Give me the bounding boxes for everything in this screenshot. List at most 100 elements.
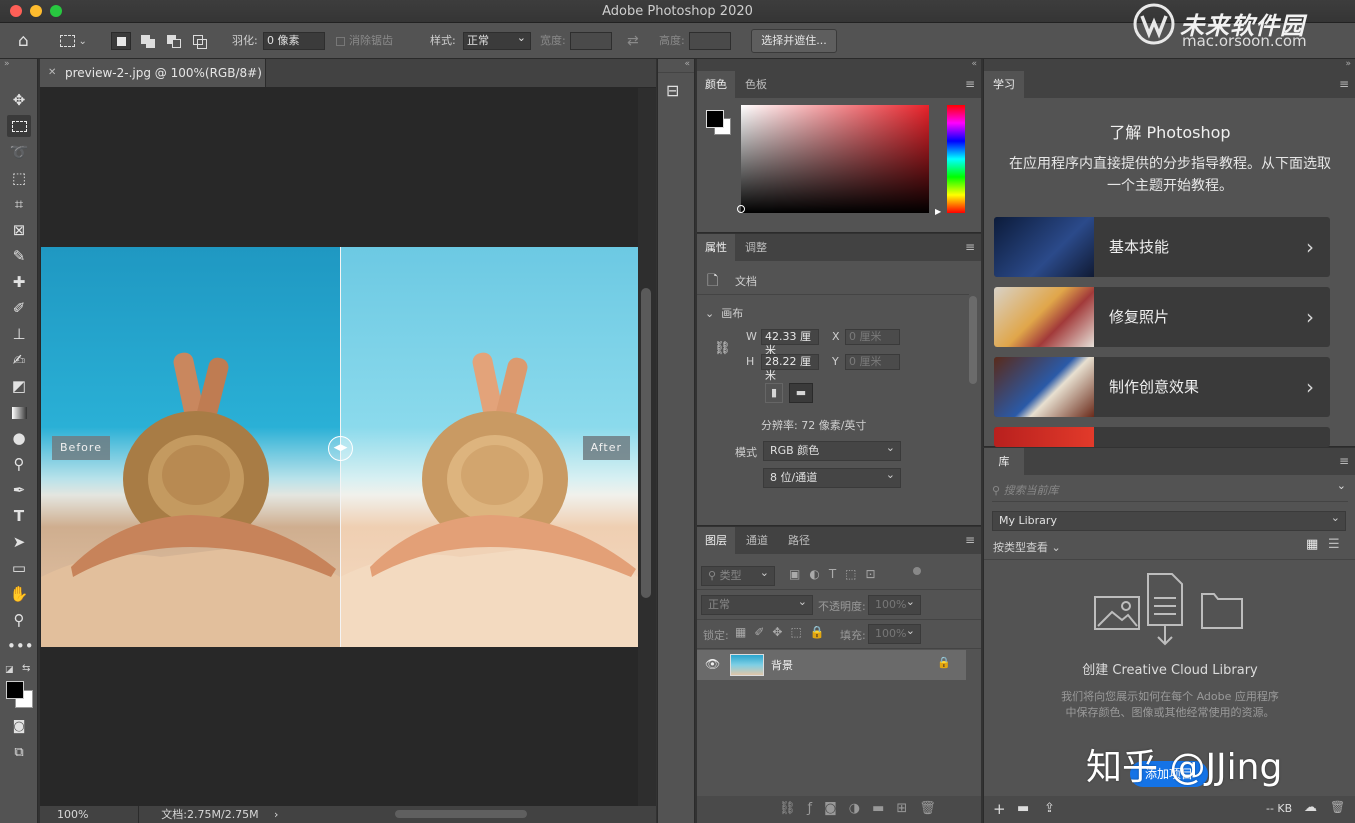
hue-slider[interactable] bbox=[947, 105, 965, 213]
feather-input[interactable]: 0 像素 bbox=[263, 32, 325, 50]
view-by-type-toggle[interactable]: 按类型查看 ⌄ bbox=[993, 539, 1061, 555]
collapse-arrows-icon[interactable]: » bbox=[4, 59, 10, 69]
learn-card-partial[interactable] bbox=[994, 427, 1330, 447]
filter-toggle-icon[interactable] bbox=[913, 567, 921, 575]
tab-channels[interactable]: 通道 bbox=[737, 527, 777, 554]
home-icon[interactable]: ⌂ bbox=[18, 23, 29, 59]
compare-handle-icon[interactable]: ◀▶ bbox=[328, 436, 353, 461]
layer-filter-icons[interactable]: ▣◐T⬚⊡ bbox=[789, 567, 885, 581]
style-select[interactable]: 正常 ⌄ bbox=[463, 31, 531, 50]
lasso-tool-icon[interactable]: ➰ bbox=[7, 141, 31, 163]
panel-collapse-icon[interactable]: » bbox=[984, 59, 1355, 71]
document-size-info[interactable]: 文档:2.75M/2.75M bbox=[139, 806, 281, 823]
panel-menu-icon[interactable]: ≡ bbox=[965, 527, 975, 554]
layer-actions[interactable]: ⛓ƒ◙◑▬⊞🗑 bbox=[779, 801, 948, 816]
add-content-icon[interactable]: + bbox=[993, 800, 1006, 818]
tab-properties[interactable]: 属性 bbox=[697, 234, 735, 261]
select-and-mask-button[interactable]: 选择并遮住... bbox=[751, 29, 837, 53]
document-tab[interactable]: ✕ preview-2-.jpg @ 100%(RGB/8#) bbox=[40, 59, 266, 87]
width-input[interactable] bbox=[570, 32, 612, 50]
brush-tool-icon[interactable]: ✐ bbox=[7, 297, 31, 319]
tab-paths[interactable]: 路径 bbox=[779, 527, 819, 554]
antialias-checkbox[interactable]: 消除锯齿 bbox=[336, 23, 393, 59]
frame-tool-icon[interactable]: ⊠ bbox=[7, 219, 31, 241]
learn-card-fix-photos[interactable]: 修复照片 › bbox=[994, 287, 1330, 347]
color-spectrum-field[interactable] bbox=[741, 105, 929, 213]
more-tools-icon[interactable]: ••• bbox=[7, 635, 34, 657]
color-picker-ring[interactable] bbox=[737, 205, 745, 213]
height-input[interactable] bbox=[689, 32, 731, 50]
library-select[interactable]: My Library bbox=[992, 509, 1346, 531]
portrait-orientation-icon[interactable]: ▮ bbox=[765, 383, 783, 403]
canvas-width-input[interactable]: 42.33 厘米 bbox=[761, 329, 819, 357]
hand-tool-icon[interactable]: ✋ bbox=[7, 583, 31, 605]
panel-menu-icon[interactable]: ≡ bbox=[965, 234, 975, 261]
cloud-sync-icon[interactable]: ☁ bbox=[1304, 800, 1317, 815]
canvas-height-input[interactable]: 28.22 厘米 bbox=[761, 354, 819, 382]
history-panel-icon[interactable]: ⊟ bbox=[666, 81, 679, 100]
zoom-level[interactable]: 100% bbox=[57, 806, 88, 823]
list-view-icon[interactable]: ☰ bbox=[1328, 537, 1340, 552]
folder-icon[interactable]: ▬ bbox=[1017, 801, 1029, 816]
eyedropper-tool-icon[interactable]: ✎ bbox=[7, 245, 31, 267]
library-search-input[interactable]: ⚲ 搜索当前库 ⌄ bbox=[992, 479, 1348, 502]
tab-learn[interactable]: 学习 bbox=[984, 71, 1024, 98]
lock-options[interactable]: ▦✐✥⬚🔒 bbox=[735, 625, 833, 639]
vertical-scrollbar[interactable] bbox=[638, 88, 656, 806]
minimize-window-button[interactable] bbox=[30, 5, 42, 17]
panel-menu-icon[interactable]: ≡ bbox=[965, 71, 975, 98]
learn-card-creative-effects[interactable]: 制作创意效果 › bbox=[994, 357, 1330, 417]
visibility-eye-icon[interactable]: 👁 bbox=[705, 657, 720, 671]
close-window-button[interactable] bbox=[10, 5, 22, 17]
canvas-section-toggle[interactable]: ⌄ 画布 bbox=[705, 305, 743, 321]
learn-card-basics[interactable]: 基本技能 › bbox=[994, 217, 1330, 277]
dock-collapse-icon[interactable]: « bbox=[658, 59, 694, 71]
eraser-tool-icon[interactable]: ◩ bbox=[7, 375, 31, 397]
type-tool-icon[interactable]: T bbox=[7, 505, 31, 527]
add-to-selection-button[interactable] bbox=[138, 32, 158, 50]
zoom-window-button[interactable] bbox=[50, 5, 62, 17]
close-tab-icon[interactable]: ✕ bbox=[48, 59, 56, 87]
rectangle-tool-icon[interactable]: ▭ bbox=[7, 557, 31, 579]
grid-view-icon[interactable]: ▦ bbox=[1306, 537, 1318, 552]
object-select-tool-icon[interactable]: ⬚ bbox=[7, 167, 31, 189]
horizontal-scrollbar-thumb[interactable] bbox=[395, 810, 527, 818]
quick-mask-icon[interactable]: ◙ bbox=[7, 716, 31, 738]
layer-filter-select[interactable]: ⚲ 类型 bbox=[701, 564, 775, 586]
properties-scrollbar[interactable] bbox=[969, 296, 977, 384]
swap-colors-icon[interactable]: ⇆ bbox=[22, 663, 30, 674]
layer-row[interactable]: 👁 背景 🔒 bbox=[697, 650, 966, 680]
default-colors-icon[interactable]: ◪ bbox=[5, 665, 14, 675]
canvas-x-input[interactable]: 0 厘米 bbox=[845, 329, 900, 345]
clone-stamp-tool-icon[interactable]: ⊥ bbox=[7, 323, 31, 345]
tab-adjustments[interactable]: 调整 bbox=[737, 234, 775, 261]
delete-icon[interactable]: 🗑 bbox=[1330, 800, 1345, 814]
panel-menu-icon[interactable]: ≡ bbox=[1339, 71, 1349, 98]
chevron-right-icon[interactable]: › bbox=[274, 806, 278, 823]
panel-collapse-icon[interactable]: « bbox=[697, 59, 981, 71]
path-select-tool-icon[interactable]: ➤ bbox=[7, 531, 31, 553]
pen-tool-icon[interactable]: ✒ bbox=[7, 479, 31, 501]
scrollbar-thumb[interactable] bbox=[641, 288, 651, 598]
fill-input[interactable]: 100% bbox=[868, 622, 921, 644]
subtract-from-selection-button[interactable] bbox=[164, 32, 184, 50]
canvas-y-input[interactable]: 0 厘米 bbox=[845, 354, 900, 370]
panel-menu-icon[interactable]: ≡ bbox=[1339, 448, 1349, 475]
rect-marquee-tool-icon[interactable] bbox=[7, 115, 31, 137]
dodge-tool-icon[interactable]: ⚲ bbox=[7, 453, 31, 475]
crop-tool-icon[interactable]: ⌗ bbox=[7, 193, 31, 215]
color-panel-fg-swatch[interactable] bbox=[706, 110, 724, 128]
zoom-tool-icon[interactable]: ⚲ bbox=[7, 609, 31, 631]
marquee-preset-picker[interactable]: ⌄ bbox=[60, 23, 87, 59]
opacity-input[interactable]: 100% bbox=[868, 593, 921, 615]
link-dimensions-icon[interactable]: ⛓ bbox=[714, 341, 731, 356]
tab-layers[interactable]: 图层 bbox=[697, 527, 735, 554]
bit-depth-select[interactable]: 8 位/通道 bbox=[763, 466, 901, 488]
layer-name[interactable]: 背景 bbox=[771, 657, 793, 673]
landscape-orientation-icon[interactable]: ▬ bbox=[789, 383, 813, 403]
history-brush-tool-icon[interactable]: ✍ bbox=[7, 349, 31, 371]
new-selection-button[interactable] bbox=[111, 32, 131, 50]
blend-mode-select[interactable]: 正常 bbox=[701, 593, 813, 615]
upload-icon[interactable]: ⇪ bbox=[1044, 801, 1055, 816]
intersect-selection-button[interactable] bbox=[190, 32, 210, 50]
